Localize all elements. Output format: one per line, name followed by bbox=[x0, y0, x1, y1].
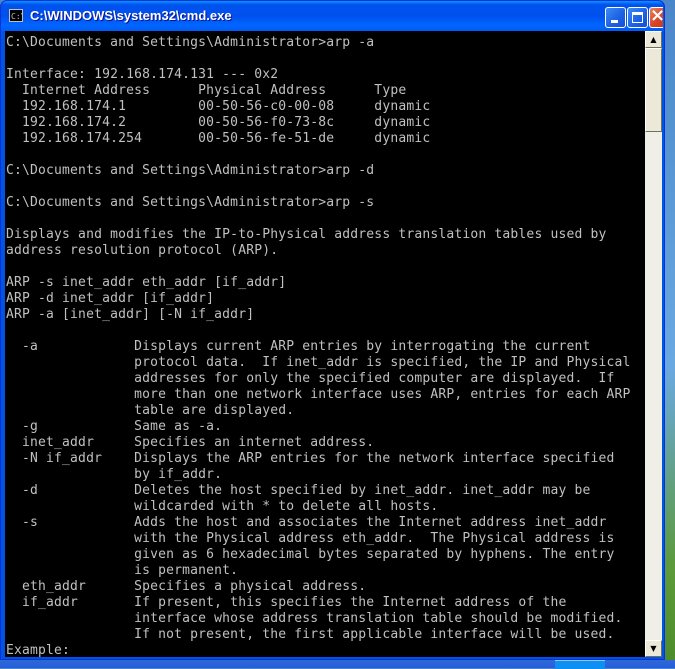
console-line: -g Same as -a. bbox=[6, 419, 223, 434]
up-arrow-icon: ▲ bbox=[650, 35, 657, 44]
console-line: protocol data. If inet_addr is specified… bbox=[6, 355, 631, 370]
vertical-scrollbar[interactable]: ▲ ▼ bbox=[645, 31, 662, 657]
app-icon-label: C:\ bbox=[11, 12, 22, 21]
console-line: ARP -s inet_addr eth_addr [if_addr] bbox=[6, 275, 287, 290]
console-line: addresses for only the specified compute… bbox=[6, 371, 615, 386]
console-line: eth_addr Specifies a physical address. bbox=[6, 579, 367, 594]
close-button[interactable] bbox=[649, 5, 664, 28]
console-line: inet_addr Specifies an internet address. bbox=[6, 435, 375, 450]
console-line: 192.168.174.2 00-50-56-f0-73-8c dynamic bbox=[6, 115, 431, 130]
console-line: address resolution protocol (ARP). bbox=[6, 243, 279, 258]
scroll-up-button[interactable]: ▲ bbox=[645, 31, 662, 48]
cmd-window: C:\ C:\WINDOWS\system32\cmd.exe C:\Docum… bbox=[0, 0, 665, 660]
console-line: C:\Documents and Settings\Administrator>… bbox=[6, 35, 375, 50]
console-line: given as 6 hexadecimal bytes separated b… bbox=[6, 547, 615, 562]
console-line: 192.168.174.1 00-50-56-c0-00-08 dynamic bbox=[6, 99, 431, 114]
console-line: ARP -d inet_addr [if_addr] bbox=[6, 291, 215, 306]
console-line: If not present, the first applicable int… bbox=[6, 627, 615, 642]
console-line: table are displayed. bbox=[6, 403, 295, 418]
console-text: C:\Documents and Settings\Administrator>… bbox=[5, 31, 645, 657]
console-line: 192.168.174.254 00-50-56-fe-51-de dynami… bbox=[6, 131, 431, 146]
console-line: interface whose address translation tabl… bbox=[6, 611, 623, 626]
console-line: Displays and modifies the IP-to-Physical… bbox=[6, 227, 607, 242]
console-line: Internet Address Physical Address Type bbox=[6, 83, 407, 98]
console-line: if_addr If present, this specifies the I… bbox=[6, 595, 567, 610]
console-line: -s Adds the host and associates the Inte… bbox=[6, 515, 607, 530]
down-arrow-icon: ▼ bbox=[650, 644, 657, 653]
scroll-down-button[interactable]: ▼ bbox=[645, 640, 662, 657]
console-line: Example: bbox=[6, 643, 71, 657]
console-line: by if_addr. bbox=[6, 467, 223, 482]
console-line: more than one network interface uses ARP… bbox=[6, 387, 631, 402]
console-line: ARP -a [inet_addr] [-N if_addr] bbox=[6, 307, 255, 322]
console-line: Interface: 192.168.174.131 --- 0x2 bbox=[6, 67, 279, 82]
console-line: is permanent. bbox=[6, 563, 239, 578]
console-line: -a Displays current ARP entries by inter… bbox=[6, 339, 591, 354]
console-line: C:\Documents and Settings\Administrator>… bbox=[6, 195, 375, 210]
scroll-thumb[interactable] bbox=[645, 48, 662, 132]
console-line: -N if_addr Displays the ARP entries for … bbox=[6, 451, 615, 466]
console-line: with the Physical address eth_addr. The … bbox=[6, 531, 615, 546]
command-prompt-icon[interactable]: C:\ bbox=[9, 9, 23, 22]
title-bar[interactable]: C:\ C:\WINDOWS\system32\cmd.exe bbox=[1, 1, 664, 31]
console-line: -d Deletes the host specified by inet_ad… bbox=[6, 483, 591, 498]
window-title: C:\WINDOWS\system32\cmd.exe bbox=[30, 8, 232, 23]
minimize-button[interactable] bbox=[605, 7, 626, 28]
console-output[interactable]: C:\Documents and Settings\Administrator>… bbox=[5, 31, 645, 657]
console-line: C:\Documents and Settings\Administrator>… bbox=[6, 163, 375, 178]
maximize-button[interactable] bbox=[627, 7, 648, 28]
console-line: wildcarded with * to delete all hosts. bbox=[6, 499, 439, 514]
